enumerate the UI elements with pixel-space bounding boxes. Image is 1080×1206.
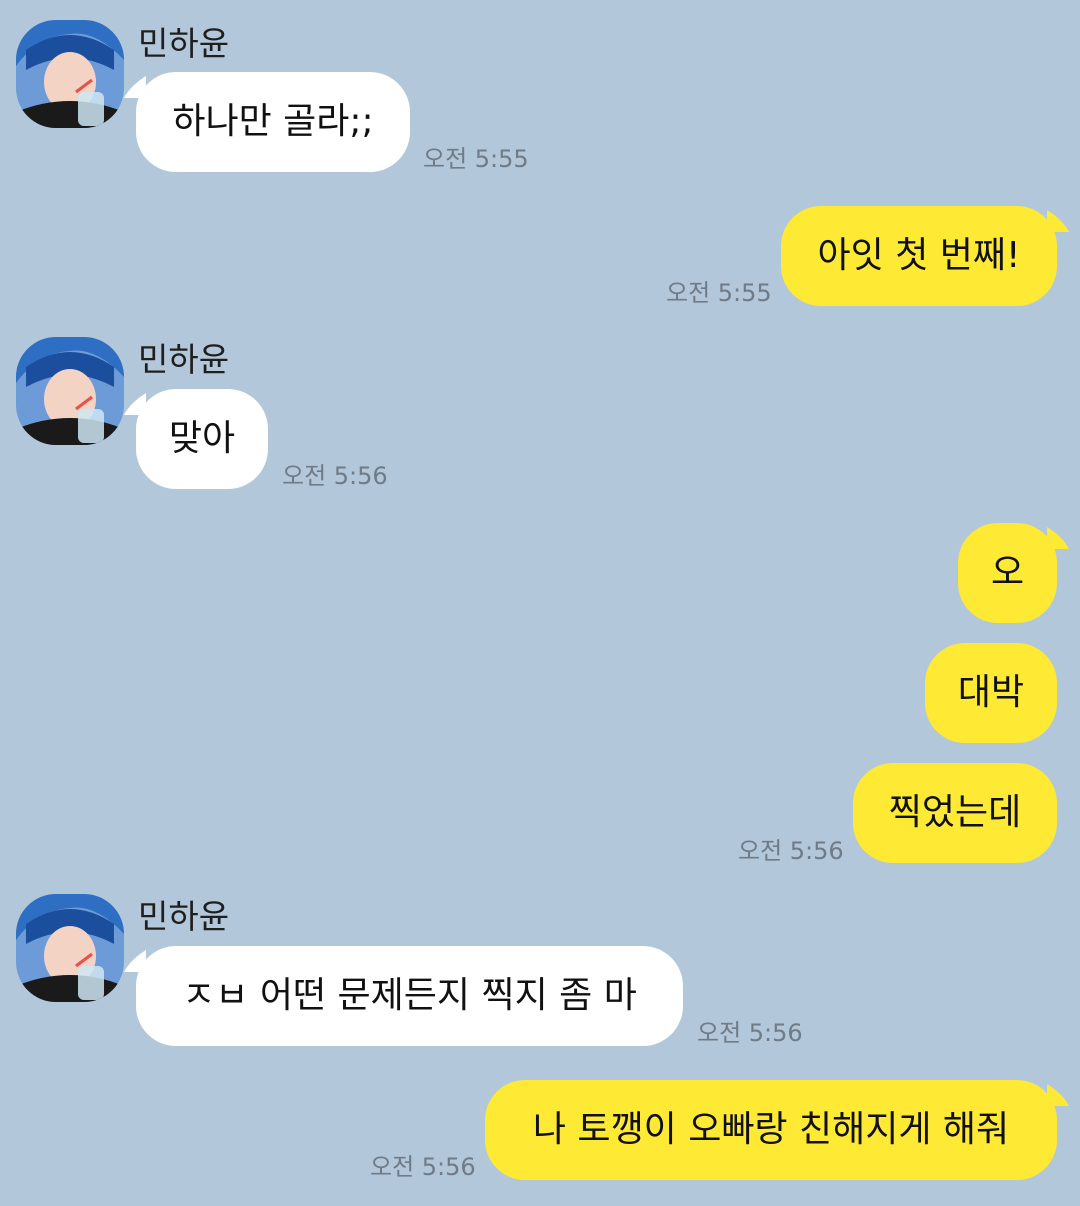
- timestamp: 오전 5:56: [738, 837, 844, 865]
- outgoing-message[interactable]: 찍었는데: [853, 763, 1057, 863]
- sender-name: 민하윤: [138, 340, 230, 379]
- bubble-tail: [1047, 527, 1069, 549]
- timestamp: 오전 5:56: [282, 462, 388, 490]
- message-text: 나 토깽이 오빠랑 친해지게 해줘: [532, 1109, 1010, 1150]
- timestamp: 오전 5:56: [697, 1019, 803, 1047]
- message-text: 대박: [957, 672, 1025, 713]
- message-text: 하나만 골라;;: [172, 101, 374, 142]
- message-text: ㅈㅂ 어떤 문제든지 찍지 좀 마: [182, 975, 637, 1016]
- timestamp: 오전 5:56: [370, 1153, 476, 1181]
- message-text: 찍었는데: [888, 792, 1022, 833]
- sender-name: 민하윤: [138, 24, 230, 63]
- outgoing-message[interactable]: 대박: [925, 643, 1057, 743]
- incoming-message[interactable]: ㅈㅂ 어떤 문제든지 찍지 좀 마: [124, 946, 683, 1046]
- avatar[interactable]: [16, 20, 124, 128]
- bubble-tail: [1047, 210, 1069, 232]
- incoming-message[interactable]: 맞아: [124, 389, 268, 489]
- avatar[interactable]: [16, 894, 124, 1002]
- outgoing-message[interactable]: 오: [958, 523, 1069, 623]
- message-text: 아잇 첫 번째!: [817, 235, 1021, 276]
- sender-name: 민하윤: [138, 897, 230, 936]
- outgoing-message[interactable]: 아잇 첫 번째!: [781, 206, 1069, 306]
- avatar[interactable]: [16, 337, 124, 445]
- bubble-tail: [124, 393, 146, 415]
- message-text: 오: [990, 552, 1025, 593]
- chat-area[interactable]: 민하윤 하나만 골라;; 오전 5:55 오전 5:55 아잇 첫 번째! 민하…: [0, 0, 1080, 1206]
- bubble-tail: [124, 76, 146, 98]
- message-text: 맞아: [168, 418, 236, 459]
- timestamp: 오전 5:55: [423, 145, 529, 173]
- timestamp: 오전 5:55: [666, 279, 772, 307]
- bubble-tail: [124, 950, 146, 972]
- outgoing-message[interactable]: 나 토깽이 오빠랑 친해지게 해줘: [485, 1080, 1069, 1180]
- incoming-message[interactable]: 하나만 골라;;: [124, 72, 410, 172]
- bubble-tail: [1047, 1084, 1069, 1106]
